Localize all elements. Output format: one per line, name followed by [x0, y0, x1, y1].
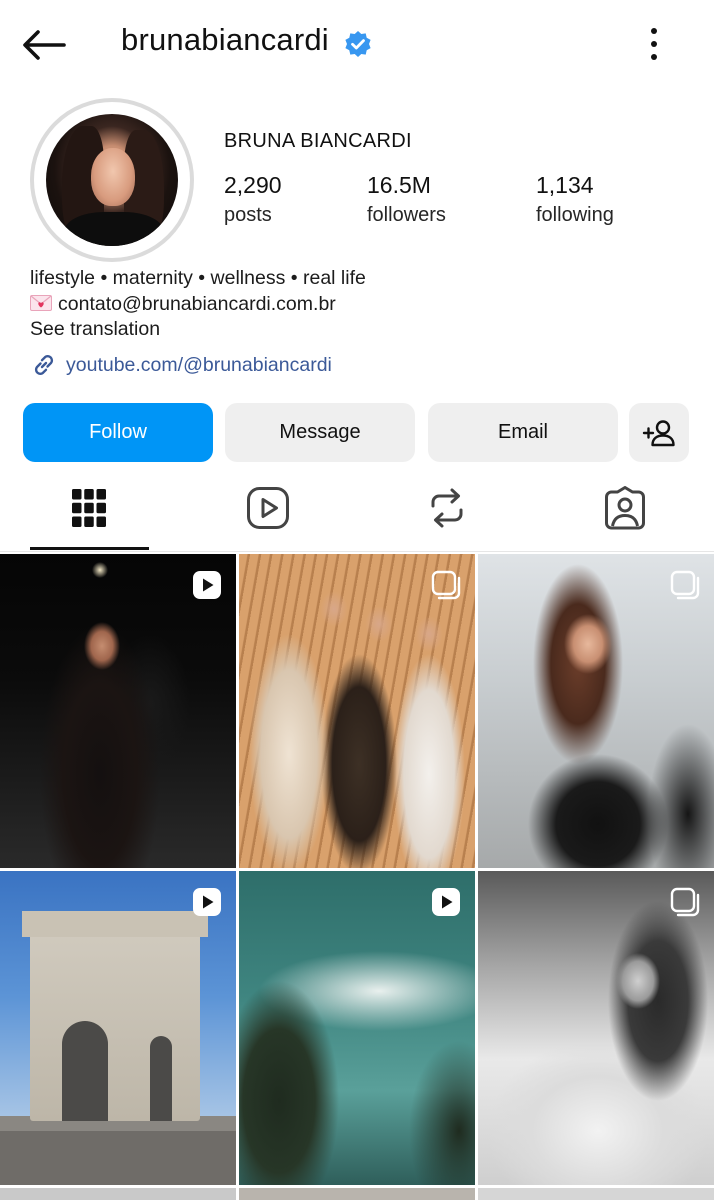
profile-avatar-ring[interactable]: [30, 98, 194, 262]
tab-reposts[interactable]: [422, 483, 472, 533]
following-stat[interactable]: 1,134 following: [536, 172, 614, 227]
see-translation-link[interactable]: See translation: [30, 318, 160, 341]
suggested-accounts-button[interactable]: [629, 403, 689, 462]
bio-line: lifestyle • maternity • wellness • real …: [30, 267, 366, 289]
tab-posts[interactable]: [64, 483, 114, 533]
following-label: following: [536, 204, 614, 226]
back-button[interactable]: [20, 25, 70, 65]
profile-link-text[interactable]: youtube.com/@brunabiancardi: [66, 354, 332, 377]
profile-tabs: [0, 475, 714, 553]
grid-post[interactable]: [239, 554, 475, 868]
arch-side-opening: [150, 1036, 172, 1121]
arch-shape: [30, 911, 200, 1121]
carousel-badge-icon: [670, 570, 700, 600]
following-count: 1,134: [536, 172, 594, 198]
posts-label: posts: [224, 204, 272, 226]
grid-post[interactable]: [239, 871, 475, 1185]
verified-badge-icon: [345, 31, 371, 57]
tab-reels[interactable]: [243, 483, 293, 533]
arch-opening: [62, 1021, 108, 1121]
bio-email-line: contato@brunabiancardi.com.br: [30, 291, 366, 317]
profile-bio: lifestyle • maternity • wellness • real …: [30, 265, 366, 317]
followers-count: 16.5M: [367, 172, 431, 198]
reels-icon: [247, 487, 289, 529]
posts-stat[interactable]: 2,290 posts: [224, 172, 282, 227]
message-button[interactable]: Message: [225, 403, 415, 462]
grid-icon: [72, 489, 106, 527]
tagged-icon: [605, 486, 645, 530]
carousel-badge-icon: [431, 570, 461, 600]
grid-post[interactable]: [0, 554, 236, 868]
profile-link[interactable]: youtube.com/@brunabiancardi: [30, 351, 332, 379]
more-options-button[interactable]: [636, 26, 672, 66]
profile-username: brunabiancardi: [121, 22, 329, 57]
carousel-badge-icon: [670, 887, 700, 917]
arrow-left-icon: [23, 30, 66, 60]
grid-post-partial[interactable]: [239, 1188, 475, 1200]
arch-attic: [22, 911, 208, 937]
reel-badge-icon: [193, 571, 221, 599]
reel-badge-icon: [193, 888, 221, 916]
love-letter-icon: [30, 295, 52, 311]
grid-post-partial[interactable]: [0, 1188, 236, 1200]
avatar: [46, 114, 178, 246]
reel-badge-icon: [432, 888, 460, 916]
more-vertical-icon: [651, 28, 657, 60]
grid-post-partial[interactable]: [478, 1188, 714, 1200]
profile-full-name: BRUNA BIANCARDI: [224, 130, 412, 152]
posts-count: 2,290: [224, 172, 282, 198]
grid-post[interactable]: [0, 871, 236, 1185]
follow-button[interactable]: Follow: [23, 403, 213, 462]
followers-label: followers: [367, 204, 446, 226]
grid-post[interactable]: [478, 871, 714, 1185]
tab-tagged[interactable]: [600, 483, 650, 533]
selected-tab-indicator: [30, 547, 149, 550]
link-icon: [34, 355, 54, 375]
bio-email[interactable]: contato@brunabiancardi.com.br: [58, 293, 336, 315]
email-button[interactable]: Email: [428, 403, 618, 462]
grid-post[interactable]: [478, 554, 714, 868]
followers-stat[interactable]: 16.5M followers: [367, 172, 446, 227]
add-user-icon: [642, 419, 675, 446]
reposts-icon: [431, 488, 463, 528]
tabs-divider: [0, 551, 714, 552]
top-bar: brunabiancardi: [0, 0, 714, 92]
